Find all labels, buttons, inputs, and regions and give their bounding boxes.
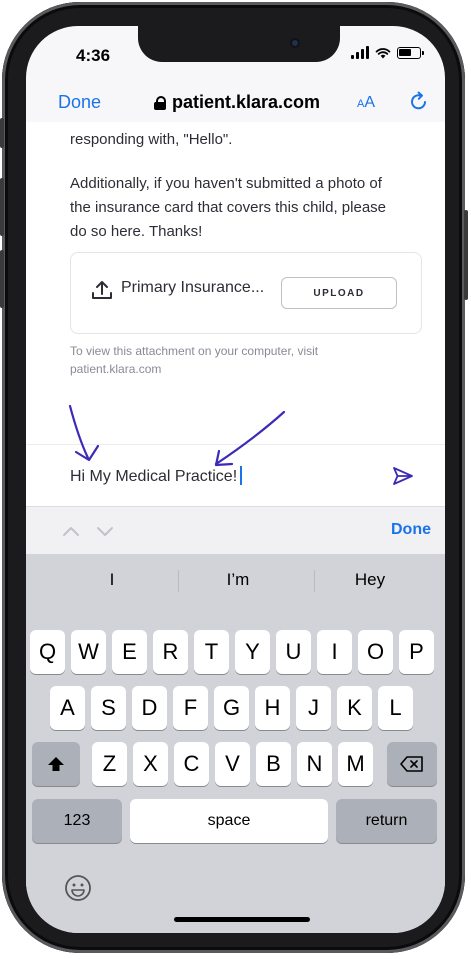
suggestion-2[interactable]: I’m [178,570,298,590]
key-z[interactable]: Z [92,742,127,786]
suggestion-3[interactable]: Hey [310,570,430,590]
message-composer[interactable]: Hi My Medical Practice! [26,444,445,507]
backspace-key[interactable] [387,742,437,786]
keyboard-done-button[interactable]: Done [391,521,431,539]
note-line-2: patient.klara.com [70,362,162,376]
message-line-3: do so here. Thanks! [70,223,203,240]
shift-icon [48,757,64,771]
key-x[interactable]: X [133,742,168,786]
key-f[interactable]: F [173,686,208,730]
note-line-1: To view this attachment on your computer… [70,344,319,358]
return-key[interactable]: return [336,799,437,843]
battery-icon [397,46,424,59]
text-size-button[interactable]: AA [357,94,375,112]
notch [138,26,340,62]
web-content: responding with, "Hello". Additionally, … [26,122,445,444]
lock-icon [154,95,166,110]
suggestion-1[interactable]: I [52,570,172,590]
reload-icon[interactable] [408,90,430,112]
phone-device: 4:36 Done patient.klara.com AA respondin… [0,0,471,959]
key-b[interactable]: B [256,742,291,786]
attachment-label: Primary Insurance... [121,279,265,296]
shift-key[interactable] [32,742,80,786]
key-r[interactable]: R [153,630,188,674]
space-key[interactable]: space [130,799,328,843]
volume-up-button [0,178,4,236]
key-m[interactable]: M [338,742,373,786]
key-q[interactable]: Q [30,630,65,674]
status-time: 4:36 [76,46,111,65]
key-d[interactable]: D [132,686,167,730]
chevron-up-icon[interactable] [60,520,82,542]
key-k[interactable]: K [337,686,372,730]
key-h[interactable]: H [255,686,290,730]
key-t[interactable]: T [194,630,229,674]
predictive-bar: I I’m Hey [26,554,445,606]
numbers-key[interactable]: 123 [32,799,122,843]
key-y[interactable]: Y [235,630,270,674]
nav-done-button[interactable]: Done [58,92,101,113]
address-bar[interactable]: patient.klara.com [154,92,320,113]
home-indicator [174,917,310,922]
text-caret [240,466,243,485]
key-i[interactable]: I [317,630,352,674]
front-camera [290,38,300,48]
keyboard: I I’m Hey QWERTYUIOP ASDFGHJKL ZXCVBNM 1… [26,554,445,933]
message-input-value: Hi My Medical Practice! [70,468,238,485]
attachment-note: To view this attachment on your computer… [70,342,400,378]
text-size-large-label: A [364,94,376,111]
key-j[interactable]: J [296,686,331,730]
safari-nav-bar: Done patient.klara.com AA [26,82,445,122]
keyboard-accessory-bar: Done [26,506,445,555]
key-p[interactable]: P [399,630,434,674]
key-a[interactable]: A [50,686,85,730]
cellular-signal-icon [351,46,369,59]
attachment-card: Primary Insurance... UPLOAD [70,252,422,334]
key-e[interactable]: E [112,630,147,674]
key-u[interactable]: U [276,630,311,674]
key-s[interactable]: S [91,686,126,730]
key-l[interactable]: L [378,686,413,730]
message-line-1: Additionally, if you haven't submitted a… [70,175,382,192]
screen: 4:36 Done patient.klara.com AA respondin… [26,26,445,933]
key-n[interactable]: N [297,742,332,786]
upload-icon [92,281,112,299]
wifi-icon [375,47,391,58]
emoji-icon[interactable] [64,874,92,902]
key-c[interactable]: C [174,742,209,786]
message-partial-line: responding with, "Hello". [70,131,233,148]
mute-switch [0,118,4,148]
message-input[interactable]: Hi My Medical Practice! [70,466,243,486]
key-w[interactable]: W [71,630,106,674]
upload-button[interactable]: UPLOAD [281,277,397,309]
key-o[interactable]: O [358,630,393,674]
send-icon[interactable] [392,465,414,487]
key-v[interactable]: V [215,742,250,786]
backspace-icon [400,756,423,772]
chevron-down-icon[interactable] [94,520,116,542]
power-button [464,210,468,300]
status-icons [351,46,424,59]
key-g[interactable]: G [214,686,249,730]
url-text: patient.klara.com [172,92,321,112]
volume-down-button [0,250,4,308]
message-line-2: the insurance card that covers this chil… [70,199,387,216]
